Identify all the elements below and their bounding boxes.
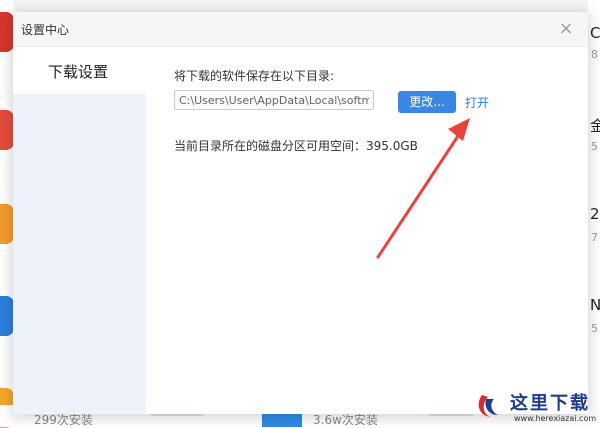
app-subtitle: 5 xyxy=(591,322,598,335)
app-title: C xyxy=(590,24,600,42)
settings-dialog: 设置中心 × 下载设置 将下载的软件保存在以下目录: 更改... 打开 当前目录… xyxy=(13,12,588,414)
sidebar-item-download-settings[interactable]: 下载设置 xyxy=(13,47,146,94)
settings-sidebar: 下载设置 xyxy=(13,47,146,414)
app-icon xyxy=(0,12,14,52)
sidebar-item-label: 下载设置 xyxy=(48,63,109,81)
app-subtitle: 8 xyxy=(591,48,598,61)
free-space-label: 当前目录所在的磁盘分区可用空间：395.0GB xyxy=(174,139,418,153)
watermark-url: www.herexiazai.com xyxy=(514,414,597,423)
save-directory-label: 将下载的软件保存在以下目录: xyxy=(174,69,335,83)
download-settings-panel: 将下载的软件保存在以下目录: 更改... 打开 当前目录所在的磁盘分区可用空间：… xyxy=(146,47,588,414)
dialog-titlebar[interactable]: 设置中心 × xyxy=(13,12,588,47)
close-button[interactable]: × xyxy=(555,18,577,40)
change-directory-button[interactable]: 更改... xyxy=(398,91,456,113)
background-app-icon-column xyxy=(0,0,14,428)
app-title: 2 xyxy=(590,205,600,223)
watermark-text: 这里下载 xyxy=(510,393,590,414)
close-icon: × xyxy=(558,18,574,39)
app-title: N xyxy=(590,296,600,314)
app-subtitle: 5 xyxy=(591,140,598,153)
app-icon xyxy=(0,110,14,150)
dialog-title: 设置中心 xyxy=(21,23,70,37)
download-path-input[interactable] xyxy=(174,90,374,110)
app-title: 金 xyxy=(590,117,600,135)
open-directory-link[interactable]: 打开 xyxy=(465,94,489,111)
app-subtitle: 7 xyxy=(591,231,598,244)
app-icon xyxy=(0,296,14,336)
app-icon xyxy=(0,204,14,244)
